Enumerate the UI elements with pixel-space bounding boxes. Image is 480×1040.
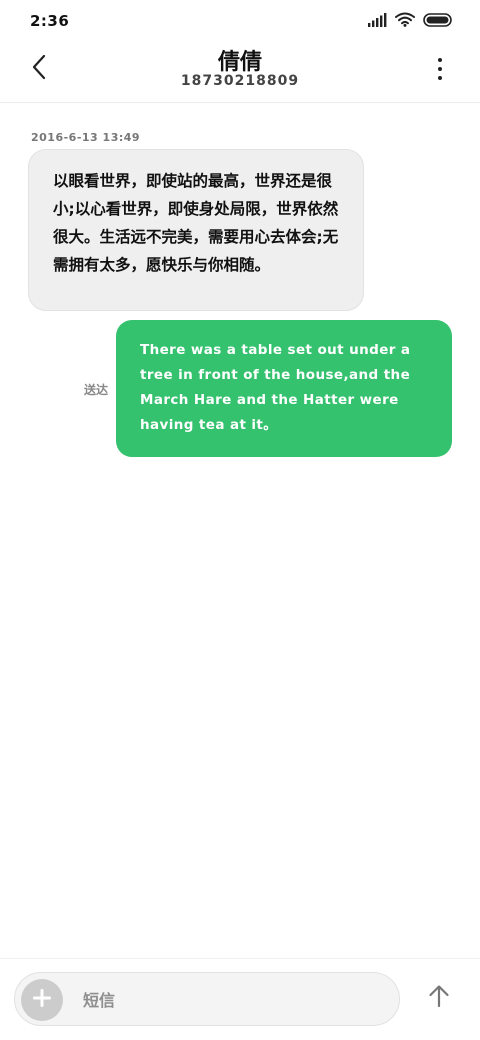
contact-name: 倩倩 [217, 50, 262, 75]
message-timestamp: 2016-6-13 13:49 [31, 131, 141, 144]
add-attachment-button[interactable] [21, 979, 63, 1021]
contact-number: 18730218809 [180, 73, 300, 89]
more-vertical-icon-dot [438, 76, 442, 80]
plus-icon [32, 988, 52, 1012]
signal-icon [367, 12, 387, 31]
outgoing-message-bubble[interactable]: There was a table set out under a tree i… [116, 320, 452, 457]
status-bar: 2:36 [0, 0, 480, 40]
more-vertical-icon-dot [438, 67, 442, 71]
more-options-button[interactable] [426, 54, 454, 84]
incoming-message-bubble[interactable]: 以眼看世界，即使站的最高，世界还是很小;以心看世界，即使身处局限，世界依然很大。… [28, 149, 364, 311]
send-arrow-icon [428, 984, 450, 1012]
conversation-header: 倩倩 18730218809 [0, 40, 480, 103]
send-button[interactable] [424, 983, 454, 1013]
battery-icon [423, 12, 453, 31]
more-vertical-icon-dot [438, 58, 442, 62]
delivery-status: 送达 [84, 383, 109, 397]
sms-conversation-screen: 2:36 倩倩 18730218809 2016-6-13 13:49 以眼看世… [0, 0, 480, 1040]
status-time: 2:36 [30, 12, 70, 30]
wifi-icon [395, 12, 415, 31]
compose-bar [0, 958, 480, 1040]
message-input[interactable] [81, 983, 385, 1017]
status-icons [367, 12, 453, 31]
compose-field-container [14, 972, 400, 1026]
